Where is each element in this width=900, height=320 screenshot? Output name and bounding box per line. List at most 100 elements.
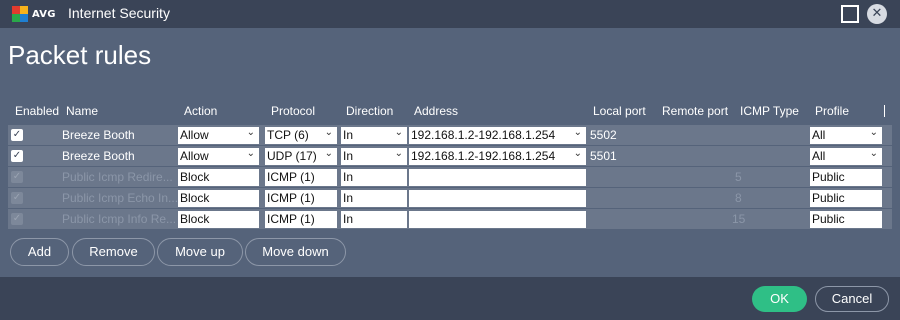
icmp-type-value: 5	[735, 170, 742, 184]
icmp-type-value: 15	[732, 212, 746, 226]
action-dropdown[interactable]: Allow ⌄	[178, 127, 259, 144]
address-value: 192.168.1.2-192.168.1.254	[411, 149, 556, 163]
checkmark-icon: ✓	[11, 192, 23, 204]
profile-value: Public	[812, 170, 845, 184]
chevron-down-icon: ⌄	[246, 148, 255, 159]
brand-name: AVG	[32, 8, 56, 20]
protocol-field[interactable]: ICMP (1)	[265, 169, 337, 186]
direction-field[interactable]: In	[341, 190, 407, 207]
chevron-down-icon: ⌄	[573, 127, 582, 138]
rule-name: Public Icmp Info Re...	[62, 212, 177, 226]
address-field[interactable]	[409, 169, 586, 186]
column-resize-handle[interactable]	[884, 105, 885, 117]
avg-logo-icon	[12, 6, 28, 22]
action-value: Allow	[180, 149, 209, 163]
chevron-down-icon: ⌄	[394, 148, 403, 159]
column-header-icmp-type[interactable]: ICMP Type	[740, 104, 799, 118]
move-up-button[interactable]: Move up	[157, 238, 243, 266]
table-row[interactable]: ✓ Public Icmp Redire... Block ICMP (1) I…	[8, 167, 892, 188]
address-field[interactable]	[409, 190, 586, 207]
chevron-down-icon: ⌄	[869, 148, 878, 159]
direction-dropdown[interactable]: In ⌄	[341, 148, 407, 165]
column-header-address[interactable]: Address	[414, 104, 458, 118]
profile-field[interactable]: Public	[810, 211, 882, 228]
action-value: Block	[180, 191, 210, 205]
icmp-type-value: 8	[735, 191, 742, 205]
title-bar: AVG Internet Security ✕	[0, 0, 900, 28]
add-button[interactable]: Add	[10, 238, 69, 266]
address-value: 192.168.1.2-192.168.1.254	[411, 128, 556, 142]
action-value: Block	[180, 170, 210, 184]
table-row[interactable]: ✓ Breeze Booth Allow ⌄ UDP (17) ⌄ In ⌄ 192.…	[8, 146, 892, 167]
close-icon[interactable]: ✕	[867, 4, 887, 24]
direction-value: In	[343, 212, 354, 226]
profile-value: All	[812, 128, 826, 142]
table-header: Enabled Name Action Protocol Direction A…	[8, 97, 892, 125]
table-row[interactable]: ✓ Public Icmp Echo In... Block ICMP (1) …	[8, 188, 892, 209]
avg-logo: AVG	[12, 6, 56, 22]
action-field[interactable]: Block	[178, 190, 259, 207]
profile-field[interactable]: Public	[810, 190, 882, 207]
action-dropdown[interactable]: Allow ⌄	[178, 148, 259, 165]
direction-value: In	[343, 170, 354, 184]
checkmark-icon[interactable]: ✓	[11, 150, 23, 162]
profile-value: Public	[812, 191, 845, 205]
checkmark-icon: ✓	[11, 171, 23, 183]
checkmark-icon[interactable]: ✓	[11, 129, 23, 141]
profile-dropdown[interactable]: All ⌄	[810, 127, 882, 144]
chevron-down-icon: ⌄	[324, 148, 333, 159]
column-header-profile[interactable]: Profile	[815, 104, 849, 118]
action-field[interactable]: Block	[178, 169, 259, 186]
table-row[interactable]: ✓ Breeze Booth Allow ⌄ TCP (6) ⌄ In ⌄ 192.1…	[8, 125, 892, 146]
cancel-button[interactable]: Cancel	[815, 286, 889, 312]
action-field[interactable]: Block	[178, 211, 259, 228]
rule-name: Breeze Booth	[62, 149, 135, 163]
profile-field[interactable]: Public	[810, 169, 882, 186]
protocol-field[interactable]: ICMP (1)	[265, 211, 337, 228]
protocol-dropdown[interactable]: UDP (17) ⌄	[265, 148, 337, 165]
direction-value: In	[343, 149, 354, 163]
direction-value: In	[343, 191, 354, 205]
checkmark-icon: ✓	[11, 213, 23, 225]
profile-dropdown[interactable]: All ⌄	[810, 148, 882, 165]
column-header-remote-port[interactable]: Remote port	[662, 104, 728, 118]
chevron-down-icon: ⌄	[246, 127, 255, 138]
column-header-local-port[interactable]: Local port	[593, 104, 646, 118]
rule-name: Public Icmp Redire...	[62, 170, 173, 184]
protocol-value: ICMP (1)	[267, 191, 315, 205]
protocol-dropdown[interactable]: TCP (6) ⌄	[265, 127, 337, 144]
protocol-value: ICMP (1)	[267, 170, 315, 184]
column-header-direction[interactable]: Direction	[346, 104, 393, 118]
protocol-field[interactable]: ICMP (1)	[265, 190, 337, 207]
rule-name: Public Icmp Echo In...	[62, 191, 179, 205]
table-row[interactable]: ✓ Public Icmp Info Re... Block ICMP (1) …	[8, 209, 892, 230]
action-value: Allow	[180, 128, 209, 142]
chevron-down-icon: ⌄	[394, 127, 403, 138]
chevron-down-icon: ⌄	[324, 127, 333, 138]
column-header-protocol[interactable]: Protocol	[271, 104, 315, 118]
column-header-enabled[interactable]: Enabled	[15, 104, 59, 118]
address-dropdown[interactable]: 192.168.1.2-192.168.1.254 ⌄	[409, 127, 586, 144]
chevron-down-icon: ⌄	[869, 127, 878, 138]
direction-field[interactable]: In	[341, 169, 407, 186]
remove-button[interactable]: Remove	[72, 238, 155, 266]
profile-value: Public	[812, 212, 845, 226]
column-header-action[interactable]: Action	[184, 104, 217, 118]
local-port-value: 5501	[590, 149, 617, 163]
local-port-value: 5502	[590, 128, 617, 142]
chevron-down-icon: ⌄	[573, 148, 582, 159]
column-header-name[interactable]: Name	[66, 104, 98, 118]
ok-button[interactable]: OK	[752, 286, 807, 312]
maximize-icon[interactable]	[841, 5, 859, 23]
protocol-value: UDP (17)	[267, 149, 317, 163]
rule-name: Breeze Booth	[62, 128, 135, 142]
address-field[interactable]	[409, 211, 586, 228]
protocol-value: ICMP (1)	[267, 212, 315, 226]
packet-rules-table: Enabled Name Action Protocol Direction A…	[8, 97, 892, 230]
address-dropdown[interactable]: 192.168.1.2-192.168.1.254 ⌄	[409, 148, 586, 165]
action-value: Block	[180, 212, 210, 226]
move-down-button[interactable]: Move down	[245, 238, 346, 266]
direction-dropdown[interactable]: In ⌄	[341, 127, 407, 144]
page-title: Packet rules	[8, 40, 152, 70]
direction-field[interactable]: In	[341, 211, 407, 228]
